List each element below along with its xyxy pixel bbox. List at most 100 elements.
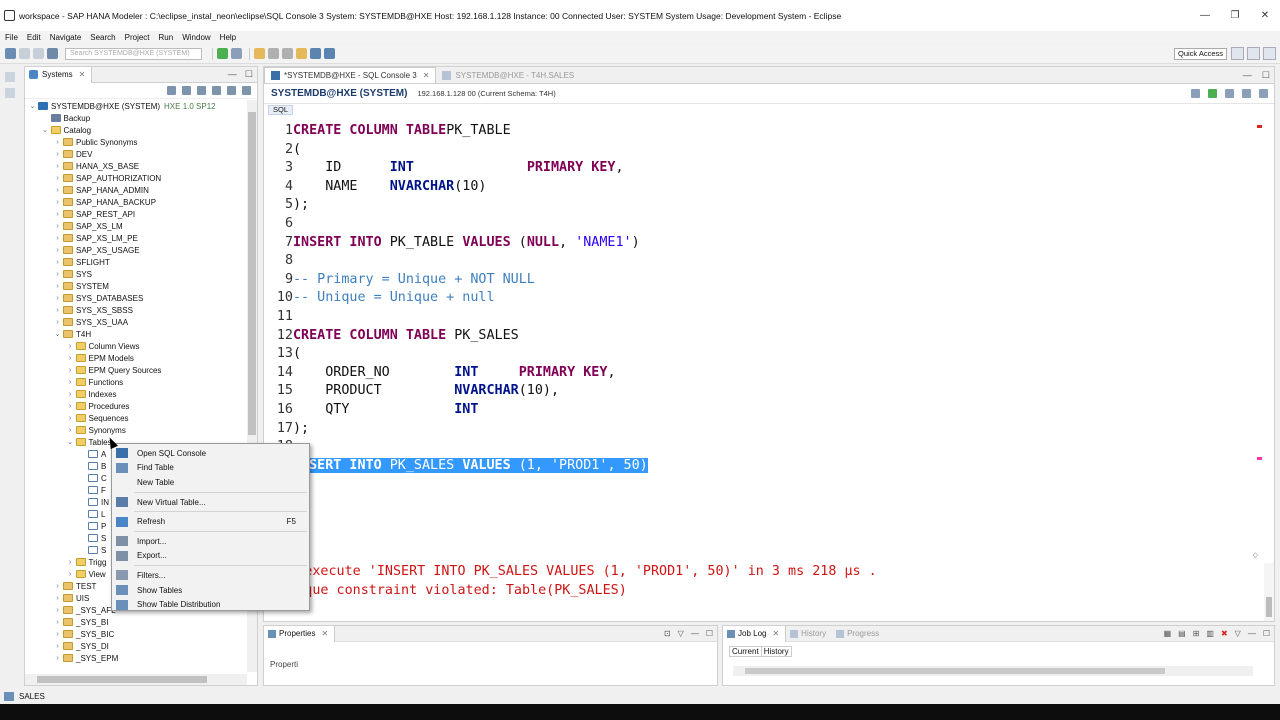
chevron-right-icon[interactable]: › [53, 259, 62, 266]
tree-item[interactable]: › EPM Query Sources [25, 364, 247, 376]
close-window-button[interactable]: ✕ [1250, 0, 1280, 31]
sql-subtab[interactable]: SQL [264, 104, 1274, 115]
tree-item[interactable]: › _SYS_DI [25, 640, 247, 652]
chevron-right-icon[interactable]: › [53, 271, 62, 278]
code-line[interactable]: 16 QTY INT [264, 401, 1264, 420]
history-back-icon[interactable] [1242, 89, 1251, 98]
minimize-view-icon[interactable]: — [228, 69, 237, 80]
chevron-right-icon[interactable]: › [53, 151, 62, 158]
chevron-right-icon[interactable]: › [66, 367, 75, 374]
link-icon[interactable] [282, 48, 293, 59]
menu-window[interactable]: Window [182, 33, 210, 42]
tree-item[interactable]: › Synonyms [25, 424, 247, 436]
chevron-right-icon[interactable]: › [66, 415, 75, 422]
context-menu-item[interactable]: New Table [112, 475, 309, 490]
tree-item[interactable]: › DEV [25, 148, 247, 160]
chevron-right-icon[interactable]: › [66, 355, 75, 362]
tree-item[interactable]: › SYS_DATABASES [25, 292, 247, 304]
forward-icon[interactable] [324, 48, 335, 59]
chevron-right-icon[interactable]: › [66, 559, 75, 566]
tab-job-log[interactable]: Job Log ✕ [723, 625, 787, 642]
details-icon[interactable]: ▥ [1206, 629, 1214, 638]
chevron-right-icon[interactable]: › [53, 211, 62, 218]
chevron-right-icon[interactable]: › [66, 403, 75, 410]
code-line[interactable]: 13( [264, 345, 1264, 364]
tree-horizontal-scrollbar[interactable] [25, 674, 247, 685]
debug-icon[interactable] [231, 48, 242, 59]
restore-button[interactable]: ❐ [1220, 0, 1250, 31]
tree-item[interactable]: › _SYS_EPM [25, 652, 247, 664]
tree-item[interactable]: › SYSTEM [25, 280, 247, 292]
tab-properties[interactable]: Properties ✕ [264, 625, 336, 642]
context-menu-item[interactable]: Show Tables [112, 583, 309, 598]
link-editor-icon[interactable] [212, 86, 221, 95]
tree-item[interactable]: › SAP_XS_USAGE [25, 244, 247, 256]
tree-item[interactable]: › _SYS_BI [25, 616, 247, 628]
perspective-modeler-icon[interactable] [1247, 47, 1260, 60]
minimize-view-icon[interactable]: — [691, 629, 699, 638]
menu-file[interactable]: File [5, 33, 18, 42]
explain-icon[interactable] [1225, 89, 1234, 98]
subtab-current[interactable]: Current [729, 646, 762, 657]
tree-item[interactable]: › _SYS_BIC [25, 628, 247, 640]
close-icon[interactable]: ✕ [79, 70, 86, 79]
menu-search[interactable]: Search [90, 33, 115, 42]
tree-item[interactable]: › Procedures [25, 400, 247, 412]
tree-item[interactable]: › SAP_REST_API [25, 208, 247, 220]
save-icon[interactable] [19, 48, 30, 59]
refresh-icon[interactable] [227, 86, 236, 95]
stop-icon[interactable]: ✖ [1221, 629, 1228, 638]
code-line[interactable]: 11 [264, 308, 1264, 327]
minimized-view-icon[interactable] [5, 88, 15, 98]
tree-item[interactable]: › Sequences [25, 412, 247, 424]
chevron-right-icon[interactable]: › [53, 307, 62, 314]
selection-marker[interactable] [1257, 456, 1262, 460]
chevron-right-icon[interactable]: › [53, 319, 62, 326]
tree-item[interactable]: › EPM Models [25, 352, 247, 364]
menu-edit[interactable]: Edit [27, 33, 41, 42]
restore-view-icon[interactable] [5, 72, 15, 82]
format-icon[interactable] [1191, 89, 1200, 98]
chevron-right-icon[interactable]: › [53, 607, 62, 614]
context-menu-item[interactable]: Refresh F5 [112, 514, 309, 529]
print-icon[interactable] [47, 48, 58, 59]
tree-item[interactable]: Backup [25, 112, 247, 124]
context-menu-item[interactable]: Show Table Distribution [112, 597, 309, 612]
tab-sql-console-3[interactable]: *SYSTEMDB@HXE - SQL Console 3 ✕ [264, 67, 437, 83]
chevron-down-icon[interactable]: ⌄ [66, 438, 75, 446]
chevron-right-icon[interactable]: › [66, 391, 75, 398]
tree-item[interactable]: › Indexes [25, 388, 247, 400]
history-forward-icon[interactable] [1259, 89, 1268, 98]
code-line[interactable]: 17); [264, 420, 1264, 439]
close-icon[interactable]: ✕ [423, 71, 430, 80]
quick-access-input[interactable]: Quick Access [1173, 48, 1227, 60]
chevron-right-icon[interactable]: › [66, 427, 75, 434]
chevron-right-icon[interactable]: › [53, 139, 62, 146]
menu-project[interactable]: Project [125, 33, 150, 42]
chevron-right-icon[interactable]: › [53, 187, 62, 194]
chevron-right-icon[interactable]: › [53, 163, 62, 170]
code-line[interactable]: 3 ID INT PRIMARY KEY, [264, 159, 1264, 178]
code-line[interactable]: 14 ORDER_NO INT PRIMARY KEY, [264, 364, 1264, 383]
open-folder-icon[interactable] [254, 48, 265, 59]
chevron-right-icon[interactable]: › [53, 643, 62, 650]
tree-item[interactable]: › SFLIGHT [25, 256, 247, 268]
context-menu-item[interactable]: New Virtual Table... [112, 495, 309, 510]
minimize-view-icon[interactable]: — [1248, 629, 1256, 638]
menu-help[interactable]: Help [220, 33, 236, 42]
code-line[interactable]: 7INSERT INTO PK_TABLE VALUES (NULL, 'NAM… [264, 234, 1264, 253]
view-menu-icon[interactable] [242, 86, 251, 95]
code-line[interactable]: 6 [264, 215, 1264, 234]
back-icon[interactable] [310, 48, 321, 59]
close-icon[interactable]: ✕ [772, 629, 779, 638]
tab-history[interactable]: History [786, 626, 832, 642]
code-line[interactable]: 15 PRODUCT NVARCHAR(10), [264, 382, 1264, 401]
maximize-view-icon[interactable]: ☐ [1263, 629, 1270, 638]
code-line[interactable]: 18 [264, 438, 1264, 457]
maximize-view-icon[interactable]: ☐ [706, 629, 713, 638]
pin-icon[interactable]: ⊡ [664, 629, 671, 638]
chevron-right-icon[interactable]: › [53, 295, 62, 302]
toolbar-search-input[interactable]: Search SYSTEMDB@HXE (SYSTEM) [65, 47, 202, 60]
menu-navigate[interactable]: Navigate [50, 33, 82, 42]
clear-icon[interactable]: ▤ [1178, 629, 1186, 638]
